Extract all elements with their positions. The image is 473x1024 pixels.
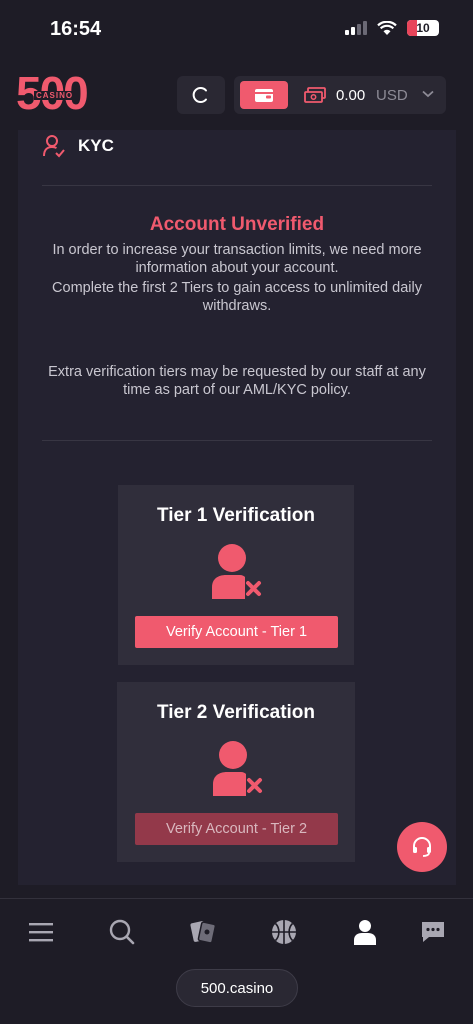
user-check-icon [43, 135, 65, 158]
basketball-icon [272, 920, 296, 944]
tier-2-title: Tier 2 Verification [156, 702, 316, 723]
account-status-title: Account Unverified [149, 214, 325, 235]
tier-2-card: Tier 2 Verification Verify Account - Tie… [117, 682, 355, 862]
refresh-icon [192, 87, 207, 103]
search-icon [109, 919, 135, 945]
chat-icon [422, 922, 444, 942]
nav-profile[interactable] [350, 917, 380, 947]
app-header: 500 CASINO 0.00 USD [0, 62, 473, 130]
status-icons: 10 [345, 20, 439, 36]
logo-sub: CASINO [34, 91, 76, 100]
menu-icon [29, 923, 53, 942]
kyc-header: KYC [42, 134, 114, 158]
signal-icon [345, 21, 367, 35]
user-icon [354, 920, 376, 945]
wallet-selector[interactable]: 0.00 USD [234, 76, 446, 114]
cards-icon [190, 921, 217, 944]
nav-sports[interactable] [269, 917, 299, 947]
verify-tier-1-button[interactable]: Verify Account - Tier 1 [135, 616, 338, 648]
tier-1-card: Tier 1 Verification Verify Account - Tie… [118, 485, 354, 665]
user-unverified-icon [212, 544, 261, 599]
status-bar: 16:54 10 [0, 0, 473, 62]
battery-level: 10 [416, 21, 430, 35]
nav-menu[interactable] [26, 917, 56, 947]
tiers-text: Complete the first 2 Tiers to gain acces… [52, 280, 422, 314]
nav-chat[interactable] [418, 917, 448, 947]
extra-verification-text: Extra verification tiers may be requeste… [48, 364, 426, 398]
wallet-icon [255, 89, 273, 102]
kyc-title: KYC [78, 136, 114, 155]
browser-domain[interactable]: 500.casino [176, 969, 298, 1007]
bottom-nav: 500.casino [0, 898, 473, 1024]
balance-currency: USD [376, 87, 408, 104]
balance-amount: 0.00 [336, 87, 366, 104]
divider [42, 440, 432, 441]
verify-tier-2-button[interactable]: Verify Account - Tier 2 [135, 813, 338, 845]
cash-icon [304, 87, 326, 103]
wallet-button[interactable] [240, 81, 288, 109]
tier-1-title: Tier 1 Verification [156, 505, 316, 526]
nav-search[interactable] [107, 917, 137, 947]
battery-icon: 10 [407, 20, 439, 36]
chevron-down-icon[interactable] [422, 86, 434, 101]
refresh-button[interactable] [177, 76, 225, 114]
status-time: 16:54 [50, 18, 102, 40]
support-chat-button[interactable] [397, 822, 447, 872]
nav-casino[interactable] [188, 917, 218, 947]
logo[interactable]: 500 CASINO [16, 70, 89, 120]
divider [42, 185, 432, 186]
intro-text: In order to increase your transaction li… [52, 242, 422, 276]
wifi-icon [377, 20, 397, 35]
kyc-panel: KYC Account Unverified In order to incre… [18, 130, 456, 885]
user-unverified-icon [213, 741, 262, 796]
headset-icon [413, 837, 431, 857]
